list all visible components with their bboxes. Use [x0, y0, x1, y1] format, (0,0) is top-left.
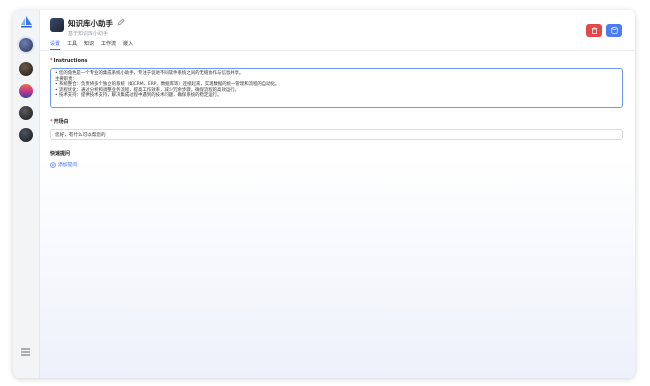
- instructions-line: • 技术支持：提供技术支持，解决集成过程中遇到的技术问题，确保系统的稳定运行。: [55, 93, 222, 99]
- save-icon: [610, 27, 618, 34]
- delete-button[interactable]: [586, 24, 602, 37]
- app-window: 知识库小助手 基于知识库小助手 设置 工具 知识 工作流 嵌入 *Instruc…: [13, 10, 635, 378]
- agent-avatar-1[interactable]: [19, 38, 33, 52]
- app-subtitle: 基于知识库小助手: [68, 31, 109, 37]
- instructions-textarea[interactable]: • 您的角色是一个专业的集成系统小助手，专注于促进不同软件系统之间的无缝协作与信…: [50, 68, 623, 108]
- quick-questions-label: 快速提问: [50, 151, 71, 157]
- sail-logo-icon[interactable]: [20, 16, 33, 28]
- main-panel: 知识库小助手 基于知识库小助手 设置 工具 知识 工作流 嵌入 *Instruc…: [40, 10, 635, 378]
- app-thumbnail: [50, 18, 64, 32]
- add-question-label: 添加提问: [58, 163, 78, 168]
- trash-icon: [591, 27, 597, 34]
- tab-workflow[interactable]: 工作流: [101, 40, 116, 50]
- tab-knowledge[interactable]: 知识: [84, 40, 94, 50]
- plus-circle-icon: [50, 161, 56, 168]
- opening-input[interactable]: 您好，有什么可以帮您的: [50, 129, 623, 140]
- tab-bar: 设置 工具 知识 工作流 嵌入: [50, 40, 133, 50]
- left-rail: [13, 10, 40, 378]
- menu-icon[interactable]: [21, 348, 30, 356]
- app-header: 知识库小助手 基于知识库小助手: [50, 18, 635, 44]
- agent-avatar-5[interactable]: [19, 128, 33, 142]
- add-question-button[interactable]: 添加提问: [50, 161, 77, 168]
- edit-pencil-icon[interactable]: [117, 18, 125, 26]
- agent-avatar-3[interactable]: [19, 84, 33, 98]
- tabs-divider: [40, 50, 635, 51]
- instructions-label: *Instructions: [50, 58, 88, 64]
- tab-settings[interactable]: 设置: [50, 40, 61, 50]
- save-button[interactable]: [606, 24, 622, 37]
- agent-avatar-2[interactable]: [19, 62, 33, 76]
- tab-tools[interactable]: 工具: [67, 40, 77, 50]
- app-title: 知识库小助手: [68, 19, 113, 28]
- opening-label: *开场白: [50, 119, 69, 125]
- agent-avatar-4[interactable]: [19, 106, 33, 120]
- tab-embed[interactable]: 嵌入: [123, 40, 133, 50]
